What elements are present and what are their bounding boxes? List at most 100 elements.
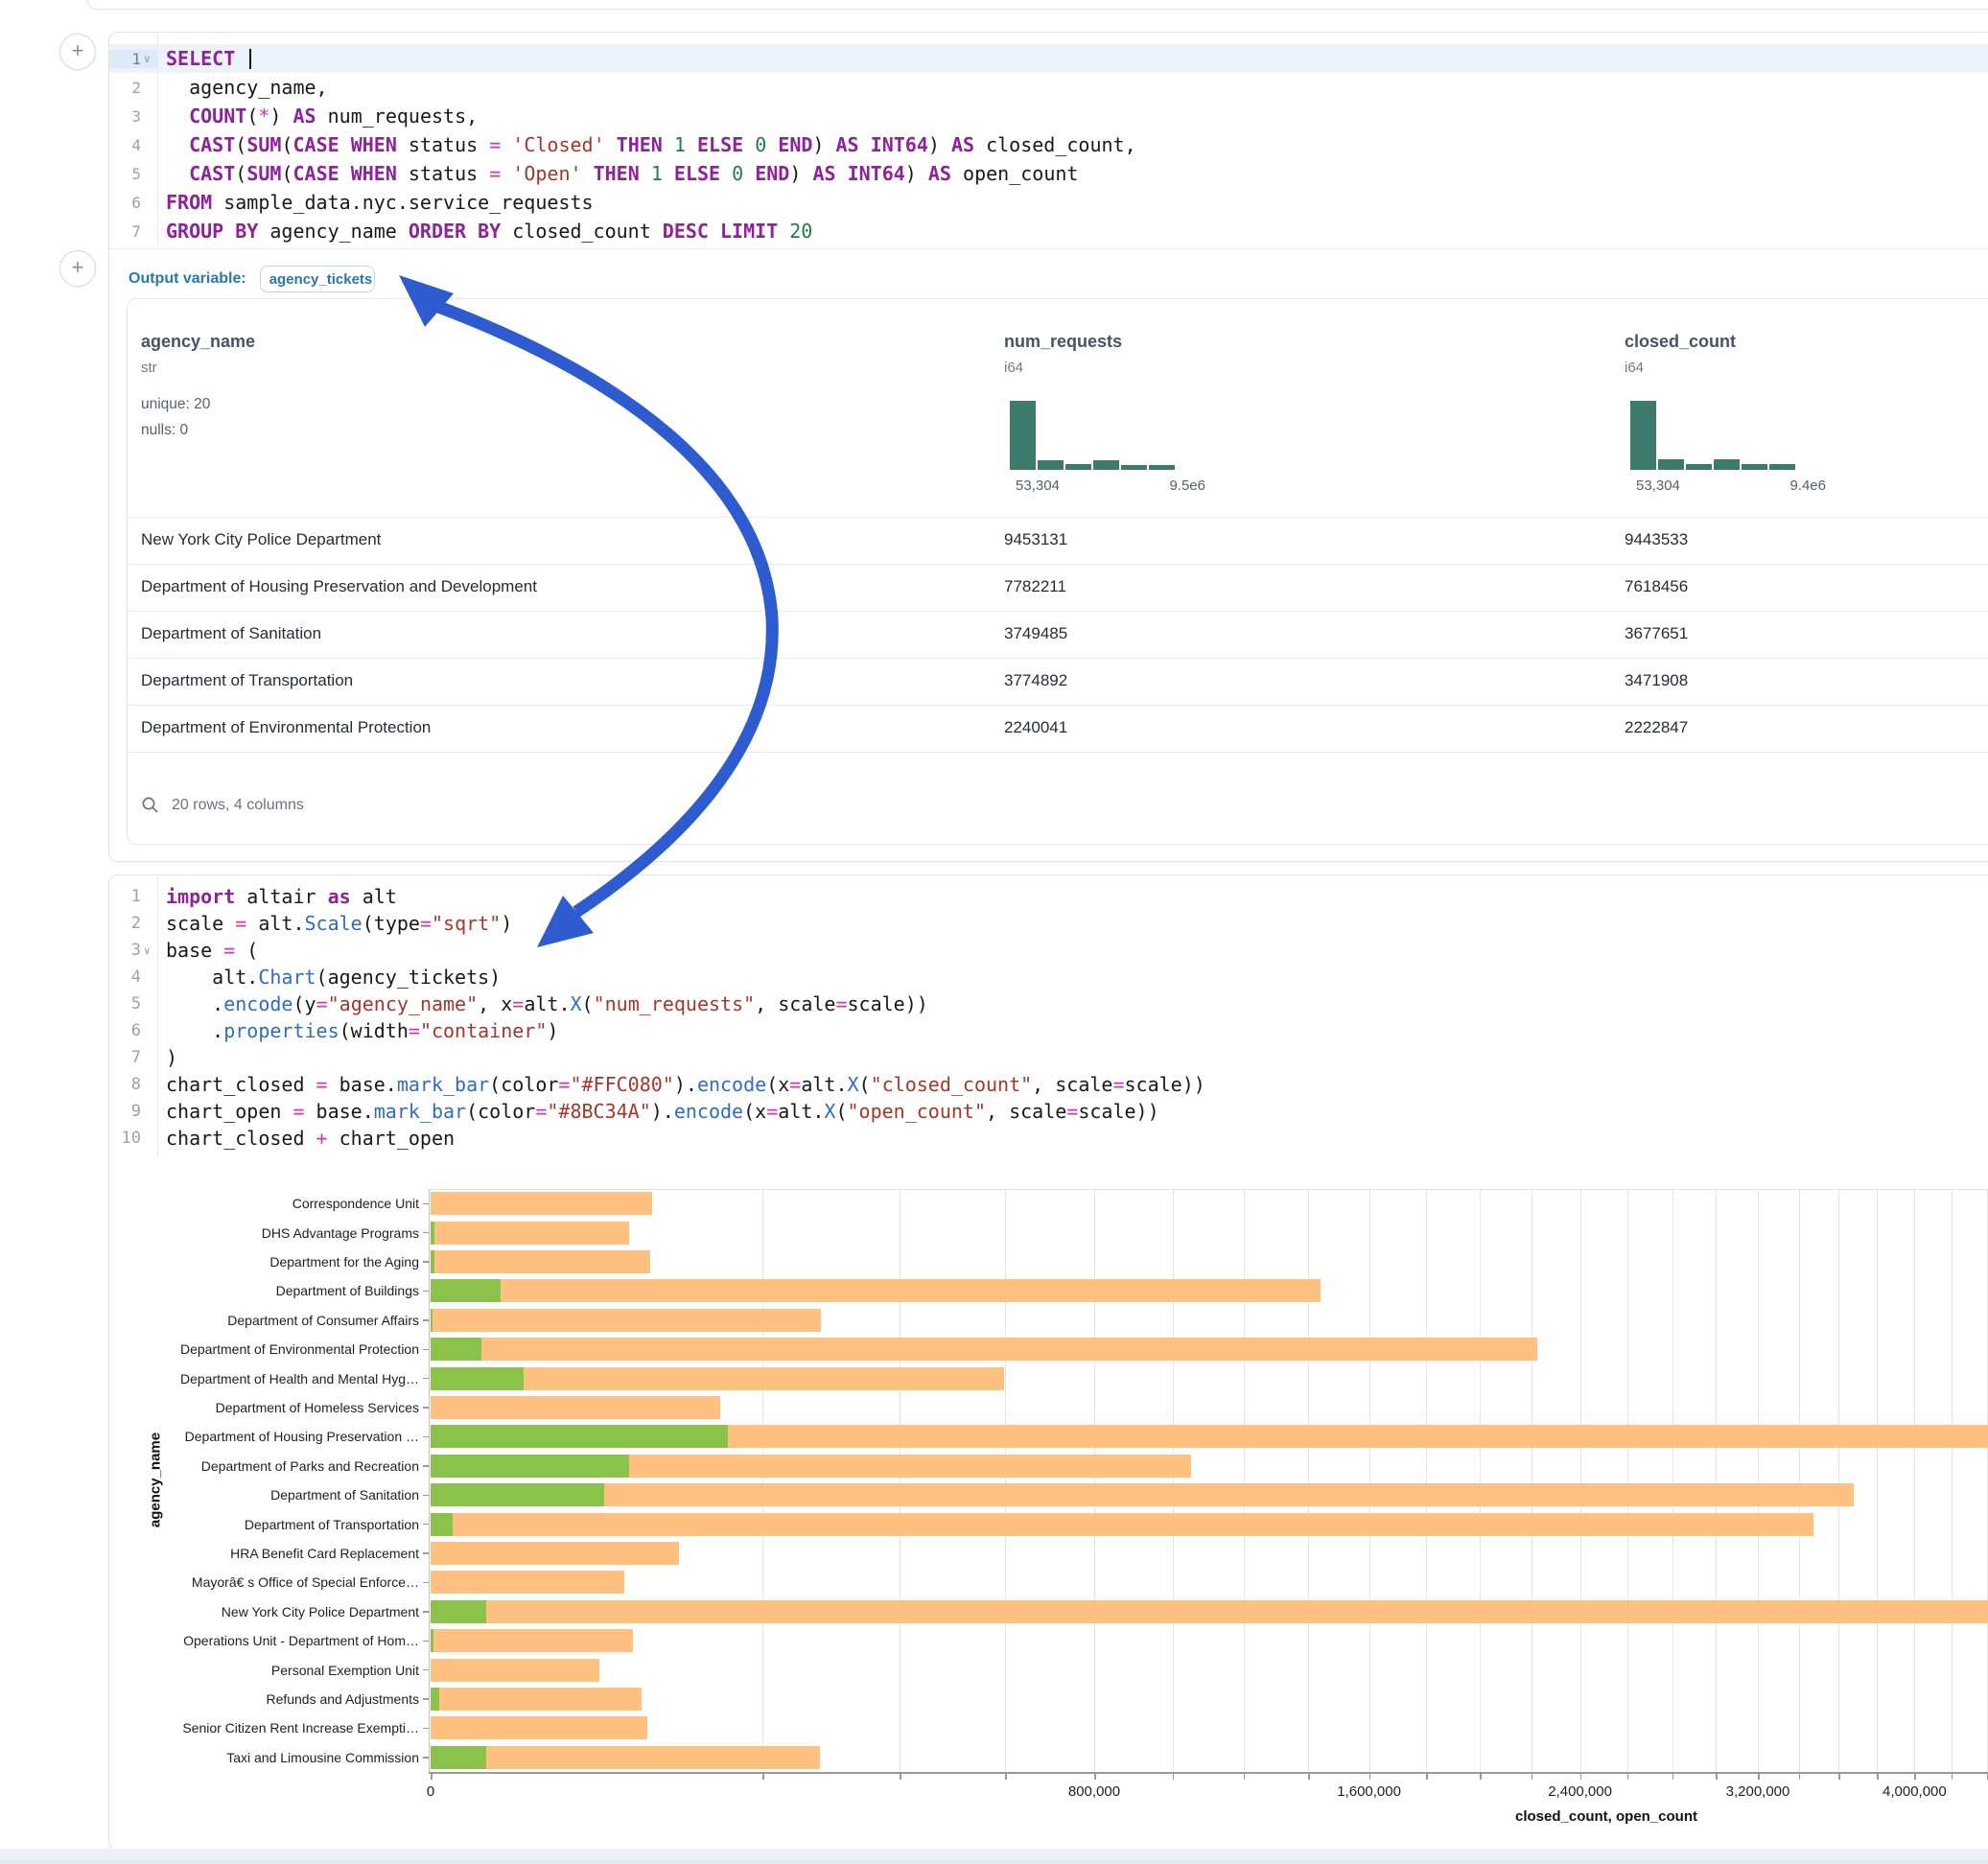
column-name: num_requests <box>1004 332 1122 352</box>
code-line[interactable]: 10 chart_closed + chart_open <box>109 1125 1988 1152</box>
histogram-bar <box>1742 464 1767 470</box>
add-cell-button[interactable]: + <box>59 250 96 287</box>
histogram-max-label: 9.5e6 <box>1110 478 1205 494</box>
line-number-gutter: 9 <box>109 1102 157 1121</box>
code-line[interactable]: 5 CAST(SUM(CASE WHEN status = 'Open' THE… <box>109 159 1988 188</box>
line-number-gutter: 6 <box>109 194 157 212</box>
code-text: ) <box>157 1046 177 1069</box>
line-number-gutter: 8 <box>109 1075 157 1094</box>
column-stat: nulls: 0 <box>141 422 188 439</box>
line-number-gutter: 3 <box>109 107 157 126</box>
value-cell: 3774892 <box>1004 671 1067 690</box>
code-line[interactable]: 1∨SELECT <box>109 44 1988 73</box>
fold-chevron-icon[interactable]: ∨ <box>144 944 157 957</box>
text-cursor <box>249 49 251 69</box>
code-text: import altair as alt <box>157 885 397 908</box>
table-header: agency_namestr unique: 20 nulls: 0 num_requ… <box>128 299 1988 518</box>
code-line[interactable]: 6 .properties(width="container") <box>109 1017 1988 1044</box>
value-cell: 7618456 <box>1625 577 1688 596</box>
code-line[interactable]: 3 COUNT(*) AS num_requests, <box>109 102 1988 130</box>
table-row: Department of Environmental Protection22… <box>128 705 1988 753</box>
code-line[interactable]: 4 CAST(SUM(CASE WHEN status = 'Closed' T… <box>109 130 1988 159</box>
python-cell: 1 import altair as alt2scale = alt.Scale(… <box>108 874 1988 1851</box>
sql-code-editor[interactable]: 1∨SELECT 2 agency_name,3 COUNT(*) AS num… <box>109 44 1988 245</box>
line-number: 4 <box>131 136 144 154</box>
add-cell-button[interactable]: + <box>59 34 96 70</box>
line-number-gutter: 6 <box>109 1021 157 1040</box>
line-number-gutter: 5 <box>109 165 157 183</box>
line-number-gutter: 10 <box>109 1129 157 1148</box>
code-text: scale = alt.Scale(type="sqrt") <box>157 912 512 935</box>
histogram-bar <box>1093 460 1119 470</box>
code-line[interactable]: 3∨base = ( <box>109 937 1988 964</box>
histogram-min-label: 53,304 <box>1636 478 1680 494</box>
line-number: 1 <box>131 887 144 906</box>
column-name: agency_name <box>141 332 255 352</box>
value-cell: 9453131 <box>1004 530 1067 549</box>
code-line[interactable]: 7) <box>109 1044 1988 1071</box>
code-text: chart_closed = base.mark_bar(color="#FFC… <box>157 1073 1205 1096</box>
code-line[interactable]: 1 import altair as alt <box>109 883 1988 910</box>
code-line[interactable]: 4 alt.Chart(agency_tickets) <box>109 964 1988 990</box>
histogram-bar <box>1686 464 1712 470</box>
code-text: CAST(SUM(CASE WHEN status = 'Closed' THE… <box>157 133 1136 156</box>
agency-name-cell: Department of Transportation <box>141 671 353 690</box>
code-line[interactable]: 6FROM sample_data.nyc.service_requests <box>109 188 1988 217</box>
line-number: 8 <box>131 1075 144 1094</box>
column-stat: unique: 20 <box>141 396 210 413</box>
line-number-gutter: 4 <box>109 136 157 154</box>
line-number-gutter: 4 <box>109 967 157 987</box>
agency-name-cell: Department of Housing Preservation and D… <box>141 577 537 596</box>
line-number: 6 <box>131 1021 144 1040</box>
line-number-gutter: 2 <box>109 79 157 97</box>
line-number: 5 <box>131 994 144 1014</box>
histogram-bar <box>1121 465 1147 470</box>
code-text: GROUP BY agency_name ORDER BY closed_cou… <box>157 220 812 243</box>
line-number-gutter: 2 <box>109 914 157 933</box>
table-row: Department of Housing Preservation and D… <box>128 564 1988 612</box>
histogram-bar <box>1149 465 1175 470</box>
code-line[interactable]: 8 chart_closed = base.mark_bar(color="#FF… <box>109 1071 1988 1098</box>
histogram-bar <box>1658 459 1684 470</box>
value-cell: 3677651 <box>1625 624 1688 643</box>
output-variable-label: Output variable: <box>129 270 246 288</box>
column-histogram <box>1010 401 1175 470</box>
code-line[interactable]: 5 .encode(y="agency_name", x=alt.X("num_… <box>109 990 1988 1017</box>
line-number-gutter: 1∨ <box>109 50 157 68</box>
histogram-bar <box>1010 401 1036 470</box>
sql-cell: 1∨SELECT 2 agency_name,3 COUNT(*) AS num… <box>108 32 1988 862</box>
code-line[interactable]: 9chart_open = base.mark_bar(color="#8BC3… <box>109 1098 1988 1125</box>
line-number-gutter: 7 <box>109 1048 157 1067</box>
code-text: CAST(SUM(CASE WHEN status = 'Open' THEN … <box>157 162 1078 185</box>
column-type: i64 <box>1625 360 1644 376</box>
python-code-editor[interactable]: 1 import altair as alt2scale = alt.Scale(… <box>109 883 1988 1152</box>
line-number: 7 <box>131 1048 144 1067</box>
value-cell: 3471908 <box>1625 671 1688 690</box>
code-text: .encode(y="agency_name", x=alt.X("num_re… <box>157 992 928 1015</box>
histogram-max-label: 9.4e6 <box>1730 478 1826 494</box>
line-number-gutter: 1 <box>109 887 157 906</box>
code-line[interactable]: 7GROUP BY agency_name ORDER BY closed_co… <box>109 217 1988 245</box>
code-line[interactable]: 2scale = alt.Scale(type="sqrt") <box>109 910 1988 937</box>
gutter-divider <box>157 34 158 246</box>
value-cell: 2240041 <box>1004 718 1067 737</box>
value-cell: 7782211 <box>1004 577 1066 596</box>
code-text: chart_closed + chart_open <box>157 1127 455 1150</box>
code-text: chart_open = base.mark_bar(color="#8BC34… <box>157 1100 1159 1123</box>
output-variable-pill[interactable]: agency_tickets <box>260 266 375 292</box>
search-icon[interactable] <box>141 796 159 814</box>
code-text: COUNT(*) AS num_requests, <box>157 105 478 128</box>
value-cell: 3749485 <box>1004 624 1067 643</box>
line-number-gutter: 3∨ <box>109 941 157 960</box>
code-text: .properties(width="container") <box>157 1019 558 1042</box>
output-variable-value: agency_tickets <box>269 271 373 288</box>
table-footer: 20 rows, 4 columns <box>141 796 304 814</box>
column-name: closed_count <box>1625 332 1736 352</box>
table-shape-text: 20 rows, 4 columns <box>172 797 304 814</box>
fold-chevron-icon[interactable]: ∨ <box>144 53 157 65</box>
histogram-bar <box>1630 401 1656 470</box>
code-line[interactable]: 2 agency_name, <box>109 73 1988 102</box>
line-number: 5 <box>131 165 144 183</box>
column-type: str <box>141 360 157 376</box>
line-number: 10 <box>122 1129 144 1148</box>
